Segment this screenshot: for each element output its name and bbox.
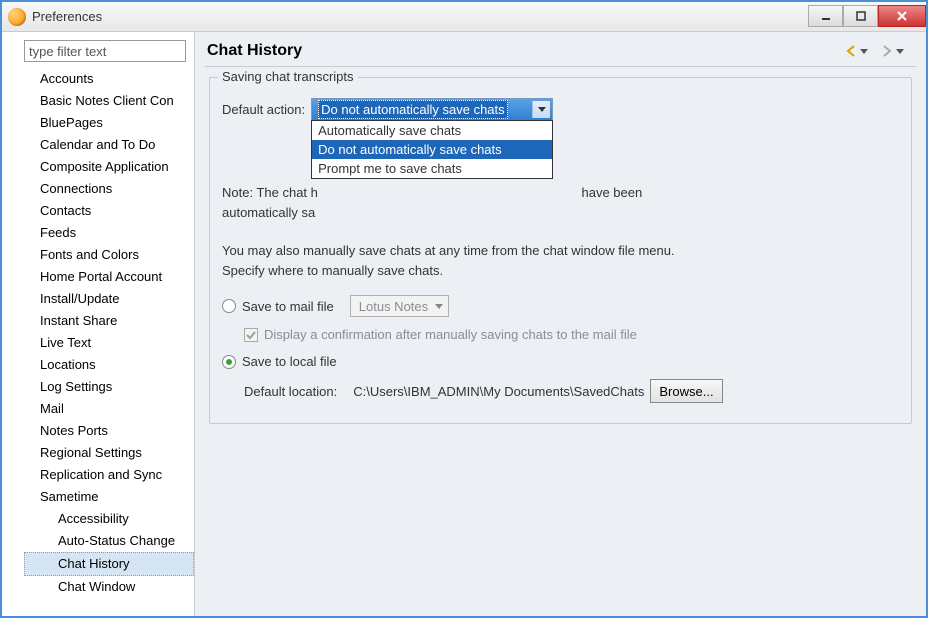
sidebar: AccountsBasic Notes Client ConBluePagesC… [2, 32, 195, 616]
page-nav-icons [840, 42, 908, 60]
minimize-button[interactable] [808, 5, 843, 27]
mail-file-select: Lotus Notes [350, 295, 449, 317]
default-action-dropdown[interactable]: Do not automatically save chats [311, 98, 553, 121]
tree-item[interactable]: Accessibility [24, 508, 194, 530]
close-button[interactable] [878, 5, 926, 27]
group-title: Saving chat transcripts [218, 69, 358, 84]
save-to-mail-label: Save to mail file [242, 299, 334, 314]
tree-item[interactable]: Chat History [24, 552, 194, 576]
nav-back-button[interactable] [840, 42, 872, 60]
dropdown-option[interactable]: Prompt me to save chats [312, 159, 552, 178]
main-pane: Chat History Saving chat transcripts Def… [195, 32, 926, 616]
chevron-down-icon [435, 304, 443, 309]
tree-item[interactable]: Auto-Status Change [24, 530, 194, 552]
default-location-label: Default location: [244, 384, 337, 399]
dropdown-option[interactable]: Do not automatically save chats [312, 140, 552, 159]
nav-forward-button[interactable] [876, 42, 908, 60]
titlebar: Preferences [2, 2, 926, 32]
tree-item[interactable]: Accounts [24, 68, 194, 90]
window-title: Preferences [32, 9, 102, 24]
tree-item[interactable]: Feeds [24, 222, 194, 244]
tree-item[interactable]: Basic Notes Client Con [24, 90, 194, 112]
default-action-label: Default action: [222, 102, 305, 117]
tree-item[interactable]: Log Settings [24, 376, 194, 398]
tree-item[interactable]: Sametime [24, 486, 194, 508]
browse-button[interactable]: Browse... [650, 379, 722, 403]
save-to-mail-radio[interactable] [222, 299, 236, 313]
dropdown-option[interactable]: Automatically save chats [312, 121, 552, 140]
chevron-down-icon [896, 49, 904, 54]
tree-item[interactable]: Mail [24, 398, 194, 420]
tree-item[interactable]: Contacts [24, 200, 194, 222]
tree-item[interactable]: Instant Share [24, 310, 194, 332]
tree-item[interactable]: Live Text [24, 332, 194, 354]
tree-item[interactable]: Chat Window [24, 576, 194, 598]
app-icon [8, 8, 26, 26]
filter-input[interactable] [24, 40, 186, 62]
tree-item[interactable]: Notes Ports [24, 420, 194, 442]
chevron-down-icon [860, 49, 868, 54]
default-action-options: Automatically save chatsDo not automatic… [311, 120, 553, 179]
tree-item[interactable]: BluePages [24, 112, 194, 134]
tree-item[interactable]: Regional Settings [24, 442, 194, 464]
saving-transcripts-group: Saving chat transcripts Default action: … [209, 77, 912, 424]
chevron-down-icon [532, 101, 550, 118]
note-text: Note: The chat h have been automatically… [222, 183, 899, 223]
preferences-tree: AccountsBasic Notes Client ConBluePagesC… [10, 68, 194, 598]
tree-item[interactable]: Replication and Sync [24, 464, 194, 486]
tree-item[interactable]: Fonts and Colors [24, 244, 194, 266]
display-confirmation-checkbox [244, 328, 258, 342]
display-confirmation-label: Display a confirmation after manually sa… [264, 327, 637, 342]
manual-save-text: You may also manually save chats at any … [222, 241, 702, 281]
tree-item[interactable]: Install/Update [24, 288, 194, 310]
tree-item[interactable]: Home Portal Account [24, 266, 194, 288]
window-controls [808, 7, 926, 27]
tree-item[interactable]: Locations [24, 354, 194, 376]
maximize-button[interactable] [843, 5, 878, 27]
save-to-local-label: Save to local file [242, 354, 337, 369]
tree-item[interactable]: Connections [24, 178, 194, 200]
page-title: Chat History [207, 42, 302, 60]
save-to-local-radio[interactable] [222, 355, 236, 369]
tree-item[interactable]: Calendar and To Do [24, 134, 194, 156]
default-location-value: C:\Users\IBM_ADMIN\My Documents\SavedCha… [353, 384, 644, 399]
tree-item[interactable]: Composite Application [24, 156, 194, 178]
